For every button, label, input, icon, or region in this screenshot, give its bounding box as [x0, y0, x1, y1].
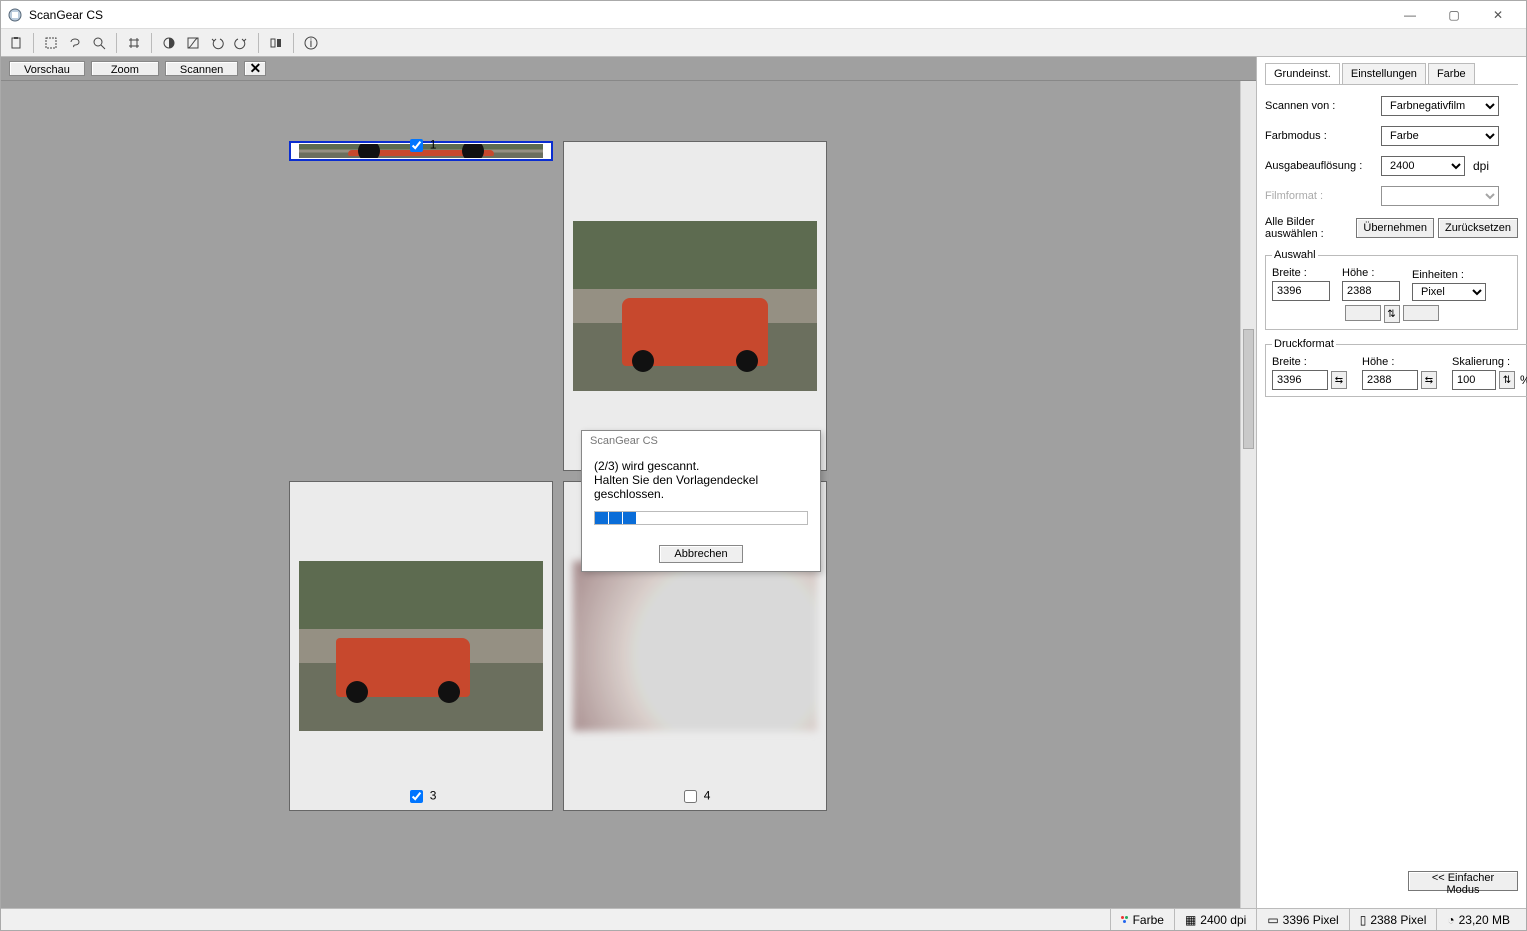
contrast-icon[interactable]: [158, 32, 180, 54]
thumbnail-image: [573, 561, 817, 731]
sel-height-label: Höhe :: [1342, 267, 1400, 279]
dialog-line1: (2/3) wird gescannt.: [594, 459, 808, 473]
selection-fieldset: Auswahl Breite : Höhe : Einheiten : Pixe…: [1265, 249, 1518, 330]
crop-icon[interactable]: [123, 32, 145, 54]
app-window: ScanGear CS — ▢ ✕ i Vorschau Zoom Scanne…: [0, 0, 1527, 931]
tab-settings[interactable]: Einstellungen: [1342, 63, 1426, 84]
print-height-label: Höhe :: [1362, 356, 1440, 368]
output-res-label: Ausgabeauflösung :: [1265, 160, 1381, 172]
color-mode-label: Farbmodus :: [1265, 130, 1381, 142]
status-height: ▯2388 Pixel: [1349, 909, 1437, 930]
status-bar: Farbe ▦2400 dpi ▭3396 Pixel ▯2388 Pixel …: [1, 908, 1526, 930]
dialog-line2: Halten Sie den Vorlagendeckel geschlosse…: [594, 473, 808, 501]
preview-area[interactable]: 1 3: [1, 81, 1256, 908]
thumbnail-image: [573, 221, 817, 391]
frame-label: 3: [290, 787, 552, 806]
frame-number: 4: [704, 788, 711, 802]
action-bar: Vorschau Zoom Scannen ✕: [1, 57, 1256, 81]
tab-strip: Grundeinst. Einstellungen Farbe: [1265, 63, 1518, 85]
window-title: ScanGear CS: [29, 8, 103, 22]
frame-1[interactable]: 1: [289, 141, 553, 161]
print-width-input[interactable]: [1272, 370, 1328, 390]
zoom-button[interactable]: Zoom: [91, 61, 159, 76]
title-bar: ScanGear CS — ▢ ✕: [1, 1, 1526, 29]
color-mode-select[interactable]: Farbe: [1381, 126, 1499, 146]
clipboard-icon[interactable]: [5, 32, 27, 54]
status-width: ▭3396 Pixel: [1256, 909, 1348, 930]
selection-legend: Auswahl: [1272, 249, 1318, 261]
scale-stepper-icon[interactable]: ⇅: [1499, 371, 1515, 389]
simple-mode-button[interactable]: << Einfacher Modus: [1408, 871, 1518, 891]
print-fieldset: Druckformat Breite : ⇆ Höhe : ⇆: [1265, 338, 1527, 397]
minimize-button[interactable]: —: [1388, 1, 1432, 29]
lock-width-icon[interactable]: ⇆: [1331, 371, 1347, 389]
lasso-icon[interactable]: [64, 32, 86, 54]
scan-progress-dialog: ScanGear CS (2/3) wird gescannt. Halten …: [581, 430, 821, 572]
dialog-title: ScanGear CS: [582, 431, 820, 451]
rotate-right-icon[interactable]: [230, 32, 252, 54]
main-area: Vorschau Zoom Scannen ✕ 1: [1, 57, 1256, 908]
preview-button[interactable]: Vorschau: [9, 61, 85, 76]
zoom-icon[interactable]: [88, 32, 110, 54]
color-dots-icon: [1121, 916, 1129, 924]
frame-label: 1: [291, 136, 551, 155]
frame-3[interactable]: 3: [289, 481, 553, 811]
sel-width-label: Breite :: [1272, 267, 1330, 279]
app-icon: [7, 7, 23, 23]
frame-number: 1: [430, 137, 437, 151]
width-icon: ▭: [1267, 913, 1278, 927]
print-width-label: Breite :: [1272, 356, 1350, 368]
film-format-select: [1381, 186, 1499, 206]
scale-input[interactable]: [1452, 370, 1496, 390]
maximize-button[interactable]: ▢: [1432, 1, 1476, 29]
film-format-label: Filmformat :: [1265, 190, 1381, 202]
disk-icon: ◔: [1447, 913, 1454, 927]
tab-color[interactable]: Farbe: [1428, 63, 1475, 84]
print-height-input[interactable]: [1362, 370, 1418, 390]
frame-label: 4: [564, 787, 826, 806]
info-icon[interactable]: i: [300, 32, 322, 54]
frame-number: 3: [430, 788, 437, 802]
lock-height-icon[interactable]: ⇆: [1421, 371, 1437, 389]
mirror-icon[interactable]: [265, 32, 287, 54]
frame-checkbox[interactable]: [410, 139, 423, 152]
cancel-button[interactable]: Abbrechen: [659, 545, 742, 563]
frame-2[interactable]: [563, 141, 827, 471]
dpi-label: dpi: [1473, 159, 1489, 173]
sel-height-input[interactable]: [1342, 281, 1400, 301]
print-legend: Druckformat: [1272, 338, 1336, 350]
curves-icon[interactable]: [182, 32, 204, 54]
close-preview-button[interactable]: ✕: [244, 61, 266, 76]
height-icon: ▯: [1360, 913, 1367, 927]
close-button[interactable]: ✕: [1476, 1, 1520, 29]
sel-units-label: Einheiten :: [1412, 269, 1486, 281]
progress-bar: [594, 511, 808, 525]
frame-checkbox[interactable]: [684, 790, 697, 803]
status-color-mode: Farbe: [1110, 909, 1174, 930]
select-all-label: Alle Bilder auswählen :: [1265, 216, 1356, 240]
marquee-icon[interactable]: [40, 32, 62, 54]
rotate-left-icon[interactable]: [206, 32, 228, 54]
svg-text:i: i: [310, 36, 313, 50]
status-dpi: ▦2400 dpi: [1174, 909, 1256, 930]
apply-button[interactable]: Übernehmen: [1356, 218, 1434, 238]
frame-checkbox[interactable]: [410, 790, 423, 803]
sel-width-input[interactable]: [1272, 281, 1330, 301]
link-aspect-icon[interactable]: ⇅: [1384, 305, 1400, 323]
scale-label: Skalierung :: [1452, 356, 1527, 368]
vertical-scrollbar[interactable]: [1240, 81, 1256, 908]
percent-label: %: [1520, 373, 1527, 387]
sel-units-select[interactable]: Pixel: [1412, 283, 1486, 301]
grid-icon: ▦: [1185, 913, 1196, 927]
thumbnail-image: [299, 561, 543, 731]
status-size: ◔23,20 MB: [1436, 909, 1520, 930]
settings-panel: Grundeinst. Einstellungen Farbe Scannen …: [1256, 57, 1526, 908]
scan-from-select[interactable]: Farbnegativfilm: [1381, 96, 1499, 116]
scan-from-label: Scannen von :: [1265, 100, 1381, 112]
scan-button[interactable]: Scannen: [165, 61, 238, 76]
reset-button[interactable]: Zurücksetzen: [1438, 218, 1518, 238]
toolbar: i: [1, 29, 1526, 57]
output-res-select[interactable]: 2400: [1381, 156, 1465, 176]
tab-basic[interactable]: Grundeinst.: [1265, 63, 1340, 84]
